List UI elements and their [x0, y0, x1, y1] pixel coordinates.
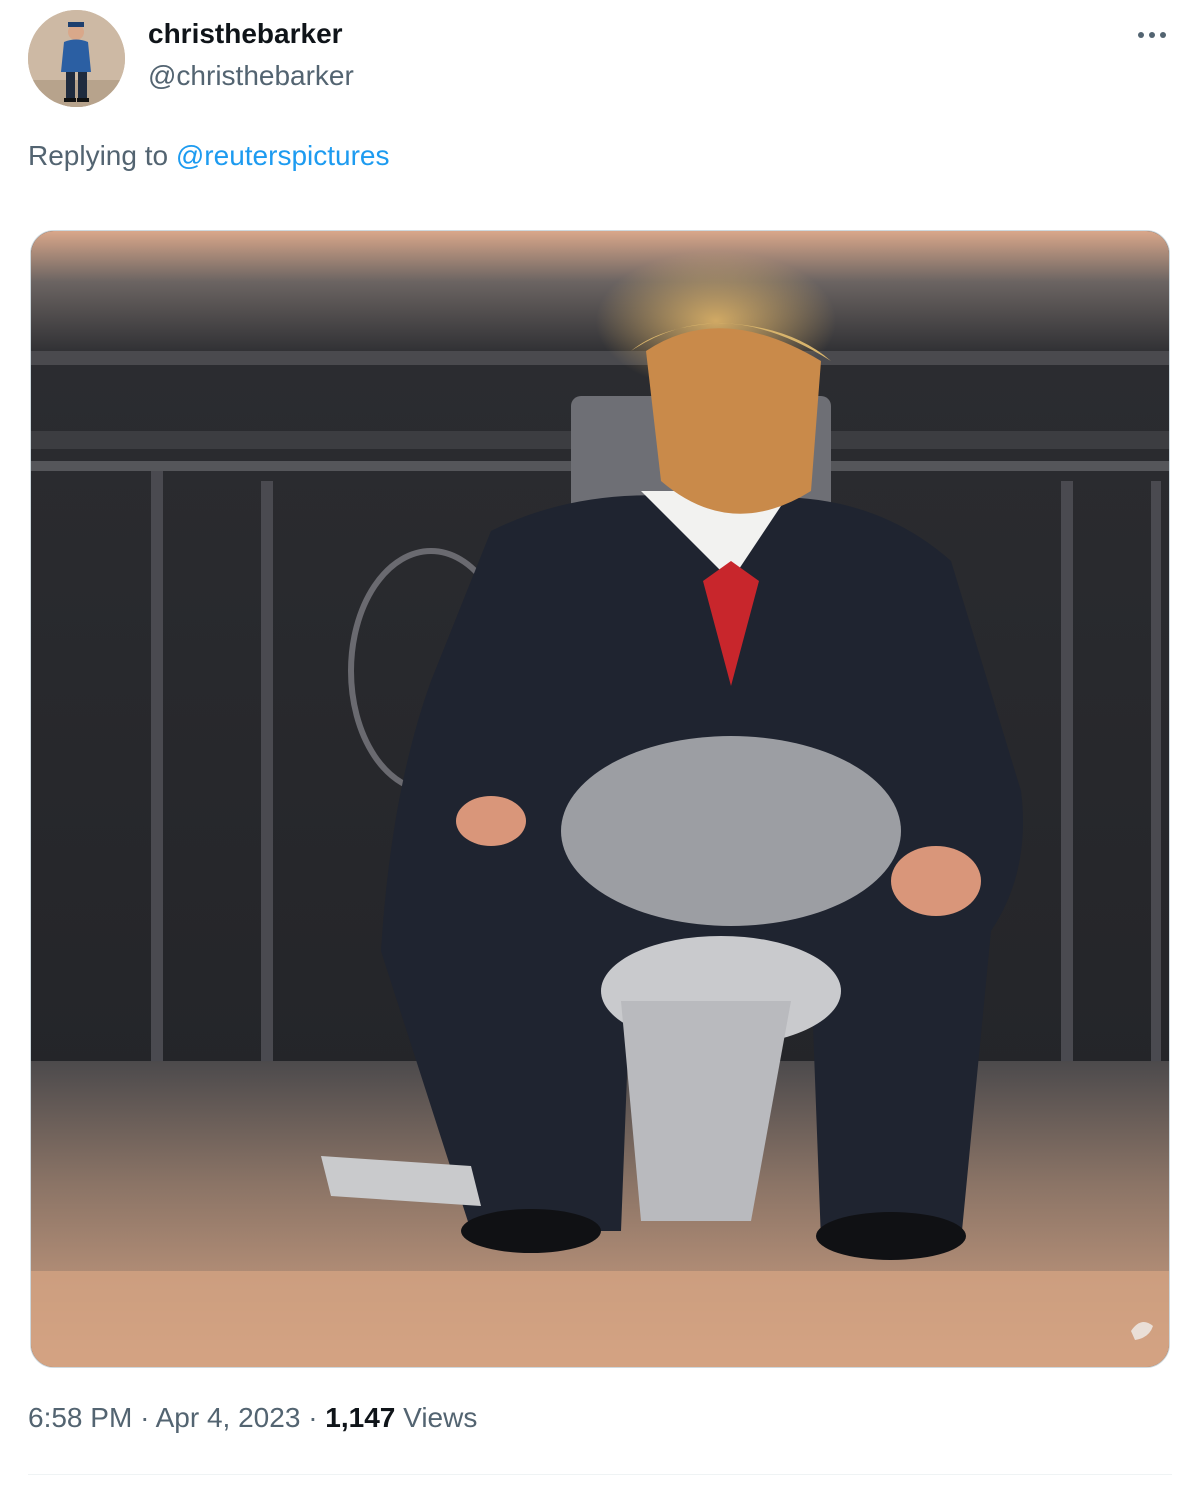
courtroom-sketch-image-icon — [31, 231, 1169, 1367]
more-icon — [1138, 32, 1166, 38]
author-handle[interactable]: @christhebarker — [148, 60, 354, 92]
tweet-meta: 6:58 PM · Apr 4, 2023 · 1,147 Views — [28, 1402, 477, 1434]
replying-to: Replying to @reuterspictures — [28, 140, 389, 172]
more-options-button[interactable] — [1130, 20, 1174, 50]
avatar-photo-icon — [28, 10, 125, 107]
meta-separator: · — [308, 1402, 318, 1433]
replying-to-mention-link[interactable]: @reuterspictures — [176, 140, 390, 171]
views-count: 1,147 — [325, 1402, 396, 1433]
views-label: Views — [403, 1402, 478, 1433]
meta-separator: · — [140, 1402, 150, 1433]
avatar[interactable] — [28, 10, 125, 107]
replying-to-prefix: Replying to — [28, 140, 169, 171]
author-display-name[interactable]: christhebarker — [148, 18, 343, 50]
tweet-date-link[interactable]: Apr 4, 2023 — [156, 1402, 301, 1433]
tweet-time-link[interactable]: 6:58 PM — [28, 1402, 132, 1433]
divider — [28, 1474, 1172, 1475]
tweet-media-image[interactable] — [30, 230, 1170, 1368]
